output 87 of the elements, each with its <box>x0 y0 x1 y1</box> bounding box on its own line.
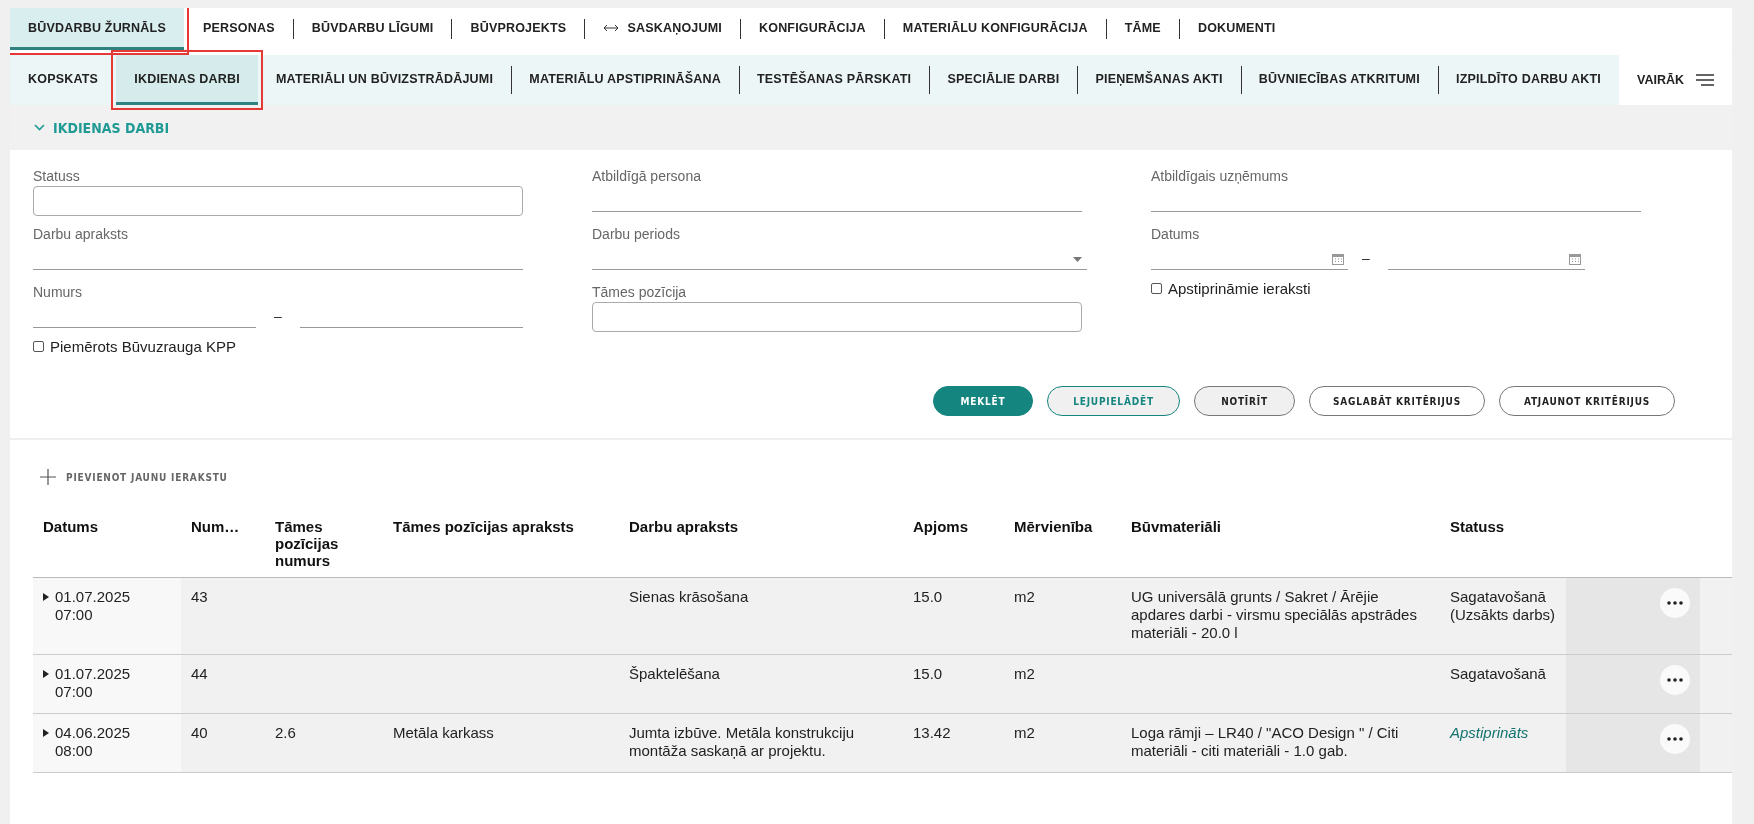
nav-tab[interactable]: PIEŅEMŠANAS AKTI <box>1077 55 1241 105</box>
table-cell-text: Loga rāmji – LR40 / "ACO Design " / Citi materiāli - citi materiāli - 1.0 gab. <box>1131 724 1400 760</box>
more-menu-button[interactable]: VAIRĀK <box>1619 55 1732 105</box>
column-header[interactable]: Tāmes pozīcijas apraksts <box>383 518 619 569</box>
field-label: Numurs <box>33 284 83 300</box>
plus-icon <box>40 469 56 485</box>
more-options-button[interactable] <box>1660 665 1690 695</box>
checkbox-label: Apstiprināmie ieraksti <box>1168 280 1311 297</box>
more-options-button[interactable] <box>1660 588 1690 618</box>
nav-tab[interactable]: BŪVPROJEKTS <box>452 8 585 50</box>
status-text: Sagatavošanā (Uzsākts darbs) <box>1450 588 1556 625</box>
status-text: Apstiprināts <box>1450 724 1529 743</box>
section-title: IKDIENAS DARBI <box>53 119 170 136</box>
table-cell-text: 01.07.2025 07:00 <box>55 665 132 701</box>
dropdown-arrow-icon[interactable] <box>1073 257 1082 262</box>
table-cell-text: UG universālā grunts / Sakret / Ārējie apdares darbi - virsmu speciālās apstrādes materiāli - 20.0 l <box>1131 588 1418 642</box>
nav-tab[interactable]: DOKUMENTI <box>1179 8 1294 50</box>
caret-icon <box>43 670 49 678</box>
field-label: Datums <box>1151 226 1201 242</box>
arrows-icon <box>603 23 620 32</box>
table-cell-text: 44 <box>191 665 208 684</box>
input-field[interactable] <box>592 302 1082 332</box>
chevron-icon[interactable] <box>34 124 45 131</box>
caret-icon <box>43 593 49 601</box>
table-cell-text: Špaktelēšana <box>629 665 720 684</box>
column-header[interactable]: Num… <box>181 518 265 569</box>
field-label: Darbu apraksts <box>33 226 129 242</box>
action-button[interactable]: LEJUPIELĀDĒT <box>1047 386 1180 416</box>
field-label: Atbildīgais uzņēmums <box>1151 168 1289 184</box>
column-header[interactable]: Datums <box>33 518 181 569</box>
range-separator: – <box>1361 250 1371 268</box>
table-cell-text: m2 <box>1014 665 1035 684</box>
action-button[interactable]: ATJAUNOT KRITĒRIJUS <box>1499 386 1675 416</box>
column-header[interactable]: Statuss <box>1440 518 1566 569</box>
nav-tab[interactable]: KOPSKATS <box>10 55 117 105</box>
calendar-icon[interactable] <box>1332 253 1344 265</box>
table-cell-text: 40 <box>191 724 208 743</box>
nav-tab[interactable]: SPECIĀLIE DARBI <box>929 55 1078 105</box>
nav-tab[interactable]: BŪVDARBU LĪGUMI <box>293 8 452 50</box>
column-header[interactable]: Darbu apraksts <box>619 518 903 569</box>
checkbox-label: Piemērots Būvuzrauga KPP <box>50 338 236 355</box>
range-separator: – <box>273 308 283 326</box>
nav-tab[interactable]: MATERIĀLU APSTIPRINĀŠANA <box>511 55 739 105</box>
table-cell-text: 15.0 <box>913 588 943 607</box>
ellipsis-icon <box>1667 678 1683 682</box>
column-header[interactable]: Būvmateriāli <box>1121 518 1440 569</box>
nav-tab[interactable]: KONFIGURĀCIJA <box>741 8 884 50</box>
nav-tab[interactable]: TĀME <box>1106 8 1179 50</box>
table-cell-text: 2.6 <box>275 724 296 743</box>
checkbox[interactable] <box>1151 283 1162 294</box>
table-cell-text: 43 <box>191 588 208 607</box>
calendar-icon[interactable] <box>1569 253 1581 265</box>
action-button[interactable]: NOTĪRĪT <box>1194 386 1295 416</box>
nav-tab[interactable]: BŪVNIECĪBAS ATKRITUMI <box>1240 55 1438 105</box>
table-cell-text: Metāla karkass <box>393 724 494 743</box>
table-cell-text: 15.0 <box>913 665 943 684</box>
action-button[interactable]: MEKLĒT <box>933 386 1033 416</box>
caret-icon <box>43 729 49 737</box>
action-button[interactable]: SAGLABĀT KRITĒRIJUS <box>1309 386 1485 416</box>
input-field[interactable] <box>33 186 523 216</box>
table-cell-text: m2 <box>1014 724 1035 743</box>
table-cell-text: 01.07.2025 07:00 <box>55 588 132 625</box>
ellipsis-icon <box>1667 601 1683 605</box>
status-text: Sagatavošanā <box>1450 665 1546 684</box>
nav-tab[interactable]: MATERIĀLU KONFIGURĀCIJA <box>884 8 1106 50</box>
field-label: Darbu periods <box>592 226 681 242</box>
nav-tab[interactable]: IZPILDĪTO DARBU AKTI <box>1438 55 1619 105</box>
nav-tab[interactable]: TESTĒŠANAS PĀRSKATI <box>739 55 930 105</box>
add-entry-button[interactable]: PIEVIENOT JAUNU IERAKSTU <box>34 468 234 486</box>
field-label: Atbildīgā persona <box>592 168 702 184</box>
nav-tab[interactable]: MATERIĀLI UN BŪVIZSTRĀDĀJUMI <box>257 55 512 105</box>
column-header[interactable]: Apjoms <box>903 518 1004 569</box>
nav-tab[interactable]: PERSONAS <box>184 8 293 50</box>
table-cell-text: Jumta izbūve. Metāla konstrukciju montāža saskaņā ar projektu. <box>629 724 856 760</box>
checkbox[interactable] <box>33 341 44 352</box>
column-header[interactable]: Mērvienība <box>1004 518 1121 569</box>
nav-tab[interactable]: SASKAŅOJUMI <box>585 8 740 50</box>
field-label: Statuss <box>33 168 81 184</box>
table-cell-text: 04.06.2025 08:00 <box>55 724 132 760</box>
more-options-button[interactable] <box>1660 724 1690 754</box>
table-cell-text: Sienas krāsošana <box>629 588 749 607</box>
field-label: Tāmes pozīcija <box>592 284 688 300</box>
ellipsis-icon <box>1667 737 1683 741</box>
menu-icon <box>1696 74 1714 86</box>
column-header[interactable]: Tāmes pozīcijas numurs <box>265 518 365 569</box>
table-cell-text: 13.42 <box>913 724 951 743</box>
table-cell-text: m2 <box>1014 588 1035 607</box>
